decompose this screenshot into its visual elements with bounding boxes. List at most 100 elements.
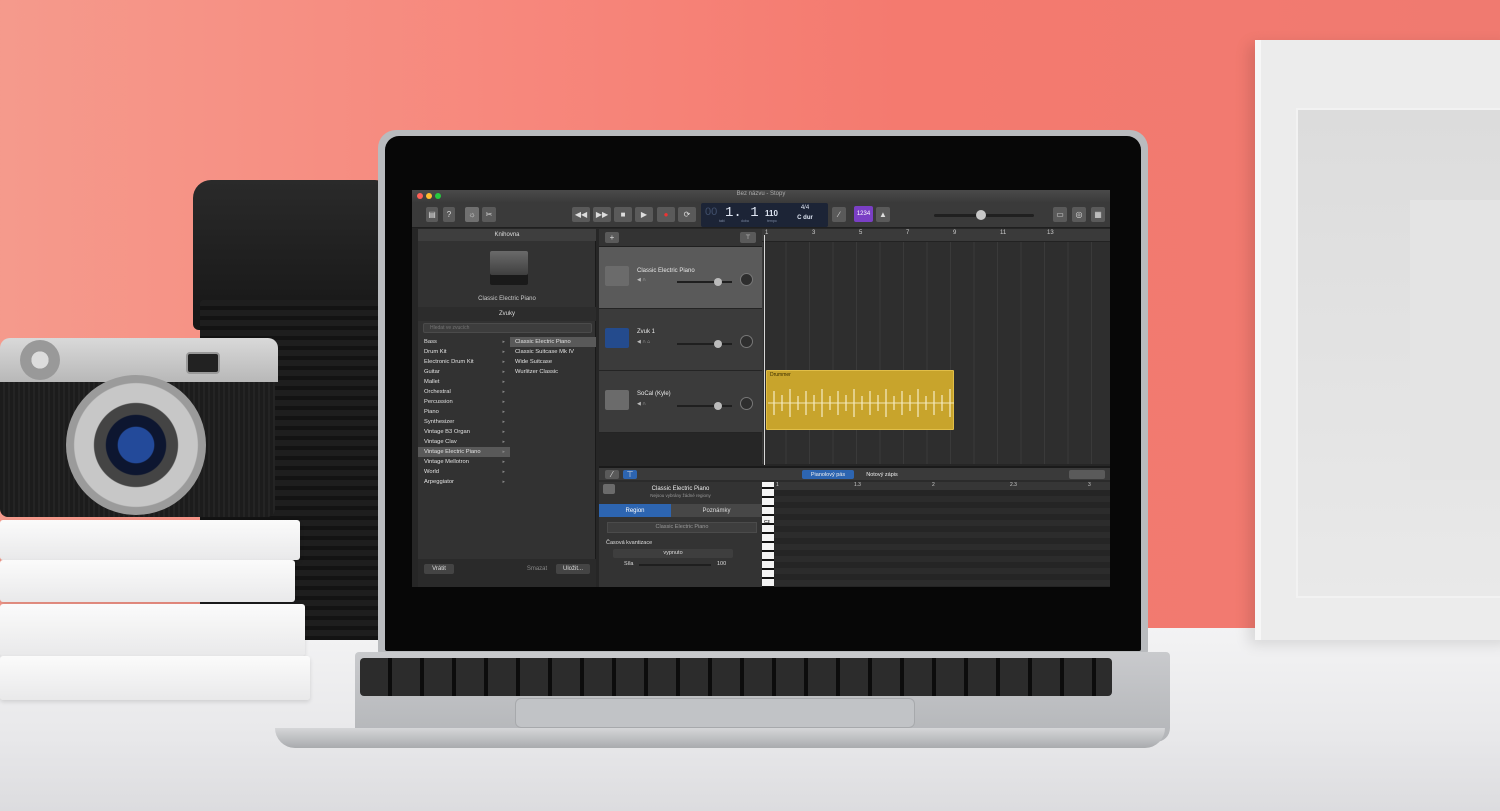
editor-catch-button[interactable]: ⊤ (623, 470, 637, 479)
category-item[interactable]: Vintage Mellotron ▸ (418, 457, 510, 467)
category-item[interactable]: Vintage B3 Organ ▸ (418, 427, 510, 437)
bar-number: 7 (906, 230, 910, 236)
track-controls: ◀ ∩ (637, 401, 646, 407)
input-monitor-icon[interactable]: ⌂ (647, 339, 650, 345)
sound-item[interactable]: Classic Suitcase Mk IV (510, 347, 596, 357)
count-in-button[interactable]: 1234 (854, 206, 873, 222)
category-item[interactable]: Vintage Clav ▸ (418, 437, 510, 447)
revert-button[interactable]: Vrátit (424, 564, 454, 574)
add-track-button[interactable]: + (605, 232, 619, 243)
metronome-button[interactable]: ▲ (876, 207, 890, 222)
track-volume-knob[interactable] (714, 402, 722, 410)
category-label: Vintage Electric Piano (424, 449, 481, 455)
notepad-button[interactable]: ▭ (1053, 207, 1067, 222)
timeline-ruler[interactable]: 1 3 5 7 9 11 13 (762, 229, 1110, 242)
headphones-icon[interactable]: ∩ (642, 401, 646, 407)
play-button[interactable]: ▶ (635, 207, 653, 222)
lcd-key: C dur (797, 215, 813, 221)
editors-button[interactable]: ✂ (482, 207, 496, 222)
category-label: Mallet (424, 379, 440, 385)
track-volume-slider[interactable] (677, 402, 732, 410)
chevron-right-icon: ▸ (502, 359, 505, 365)
record-button[interactable]: ● (657, 207, 675, 222)
category-item[interactable]: World ▸ (418, 467, 510, 477)
book (0, 520, 300, 560)
headphones-icon[interactable]: ∩ (642, 277, 646, 283)
mute-icon[interactable]: ◀ (637, 277, 641, 283)
save-button[interactable]: Uložit... (556, 564, 590, 574)
sound-item[interactable]: Wide Suitcase (510, 357, 596, 367)
editor-ruler[interactable]: 1 1.3 2 2.3 3 (774, 482, 1110, 490)
smart-tempo-button[interactable]: ⊤ (740, 232, 756, 243)
chevron-right-icon: ▸ (502, 459, 505, 465)
track-volume-knob[interactable] (714, 278, 722, 286)
category-item[interactable]: Mallet ▸ (418, 377, 510, 387)
library-toggle-button[interactable]: ▤ (426, 207, 438, 222)
track-row[interactable]: SoCal (Kyle) ◀ ∩ (599, 371, 762, 433)
region-name-field[interactable]: Classic Electric Piano (607, 522, 757, 533)
bar-number: 13 (1047, 230, 1054, 236)
sounds-search-input[interactable] (423, 323, 592, 333)
piano-keyboard[interactable] (762, 482, 774, 587)
category-item[interactable]: Drum Kit ▸ (418, 347, 510, 357)
segment-region[interactable]: Region (599, 504, 671, 517)
bar-number: 3 (812, 230, 816, 236)
track-pan-knob[interactable] (740, 273, 753, 286)
key-label: C2 (764, 519, 770, 524)
laptop-trackpad (515, 698, 915, 728)
drummer-region[interactable]: Drummer (766, 370, 954, 430)
category-item[interactable]: Vintage Electric Piano ▸ (418, 447, 510, 457)
piano-roll-grid[interactable] (774, 490, 1110, 587)
mute-icon[interactable]: ◀ (637, 339, 641, 345)
laptop-keyboard (360, 658, 1112, 696)
tuner-icon: ∕ (838, 210, 840, 219)
chevron-right-icon: ▸ (502, 389, 505, 395)
category-item[interactable]: Orchestral ▸ (418, 387, 510, 397)
track-row[interactable]: Zvuk 1 ◀ ∩ ⌂ (599, 309, 762, 371)
track-row[interactable]: Classic Electric Piano ◀ ∩ (599, 247, 762, 309)
delete-button[interactable]: Smazat (522, 564, 552, 574)
editor-bar-number: 2 (932, 482, 935, 488)
track-pan-knob[interactable] (740, 335, 753, 348)
tab-piano-roll[interactable]: Pianolový pás (802, 470, 854, 479)
category-item[interactable]: Guitar ▸ (418, 367, 510, 377)
media-browser-button[interactable]: ▦ (1091, 207, 1105, 222)
tab-score[interactable]: Notový zápis (857, 470, 907, 479)
category-item[interactable]: Arpeggiator ▸ (418, 477, 510, 487)
headphones-icon[interactable]: ∩ (642, 339, 646, 345)
tracks-area[interactable] (762, 242, 1110, 464)
editor-title: Classic Electric Piano (651, 486, 710, 492)
stop-button[interactable]: ■ (614, 207, 632, 222)
play-icon: ▶ (640, 210, 648, 219)
smart-controls-button[interactable]: ☼ (465, 207, 479, 222)
playhead[interactable] (764, 235, 765, 465)
chevron-right-icon: ▸ (502, 449, 505, 455)
segment-notes[interactable]: Poznámky (671, 504, 762, 517)
editor-pencil-button[interactable]: ⁄ (605, 470, 619, 479)
loop-browser-button[interactable]: ◎ (1072, 207, 1086, 222)
track-name: SoCal (Kyle) (637, 391, 671, 397)
help-button[interactable]: ? (443, 207, 455, 222)
master-volume-knob[interactable] (976, 210, 986, 220)
track-volume-slider[interactable] (677, 278, 732, 286)
category-item[interactable]: Piano ▸ (418, 407, 510, 417)
cycle-button[interactable]: ⟳ (678, 207, 696, 222)
rewind-button[interactable]: ◀◀ (572, 207, 590, 222)
category-item[interactable]: Percussion ▸ (418, 397, 510, 407)
fast-forward-button[interactable]: ▶▶ (593, 207, 611, 222)
editor-zoom-slider[interactable] (1069, 470, 1105, 479)
lcd-display[interactable]: 00 1. 1 takt doba 110 tempo 4/4 C dur (701, 203, 828, 227)
track-pan-knob[interactable] (740, 397, 753, 410)
category-item[interactable]: Electronic Drum Kit ▸ (418, 357, 510, 367)
track-volume-slider[interactable] (677, 340, 732, 348)
track-volume-knob[interactable] (714, 340, 722, 348)
tuner-button[interactable]: ∕ (832, 207, 846, 222)
quantize-select[interactable]: vypnuto (613, 549, 733, 558)
category-label: Orchestral (424, 389, 451, 395)
sound-item[interactable]: Wurlitzer Classic (510, 367, 596, 377)
category-item[interactable]: Bass ▸ (418, 337, 510, 347)
mute-icon[interactable]: ◀ (637, 401, 641, 407)
sound-item[interactable]: Classic Electric Piano (510, 337, 596, 347)
strength-slider[interactable] (639, 564, 711, 566)
category-item[interactable]: Synthesizer ▸ (418, 417, 510, 427)
